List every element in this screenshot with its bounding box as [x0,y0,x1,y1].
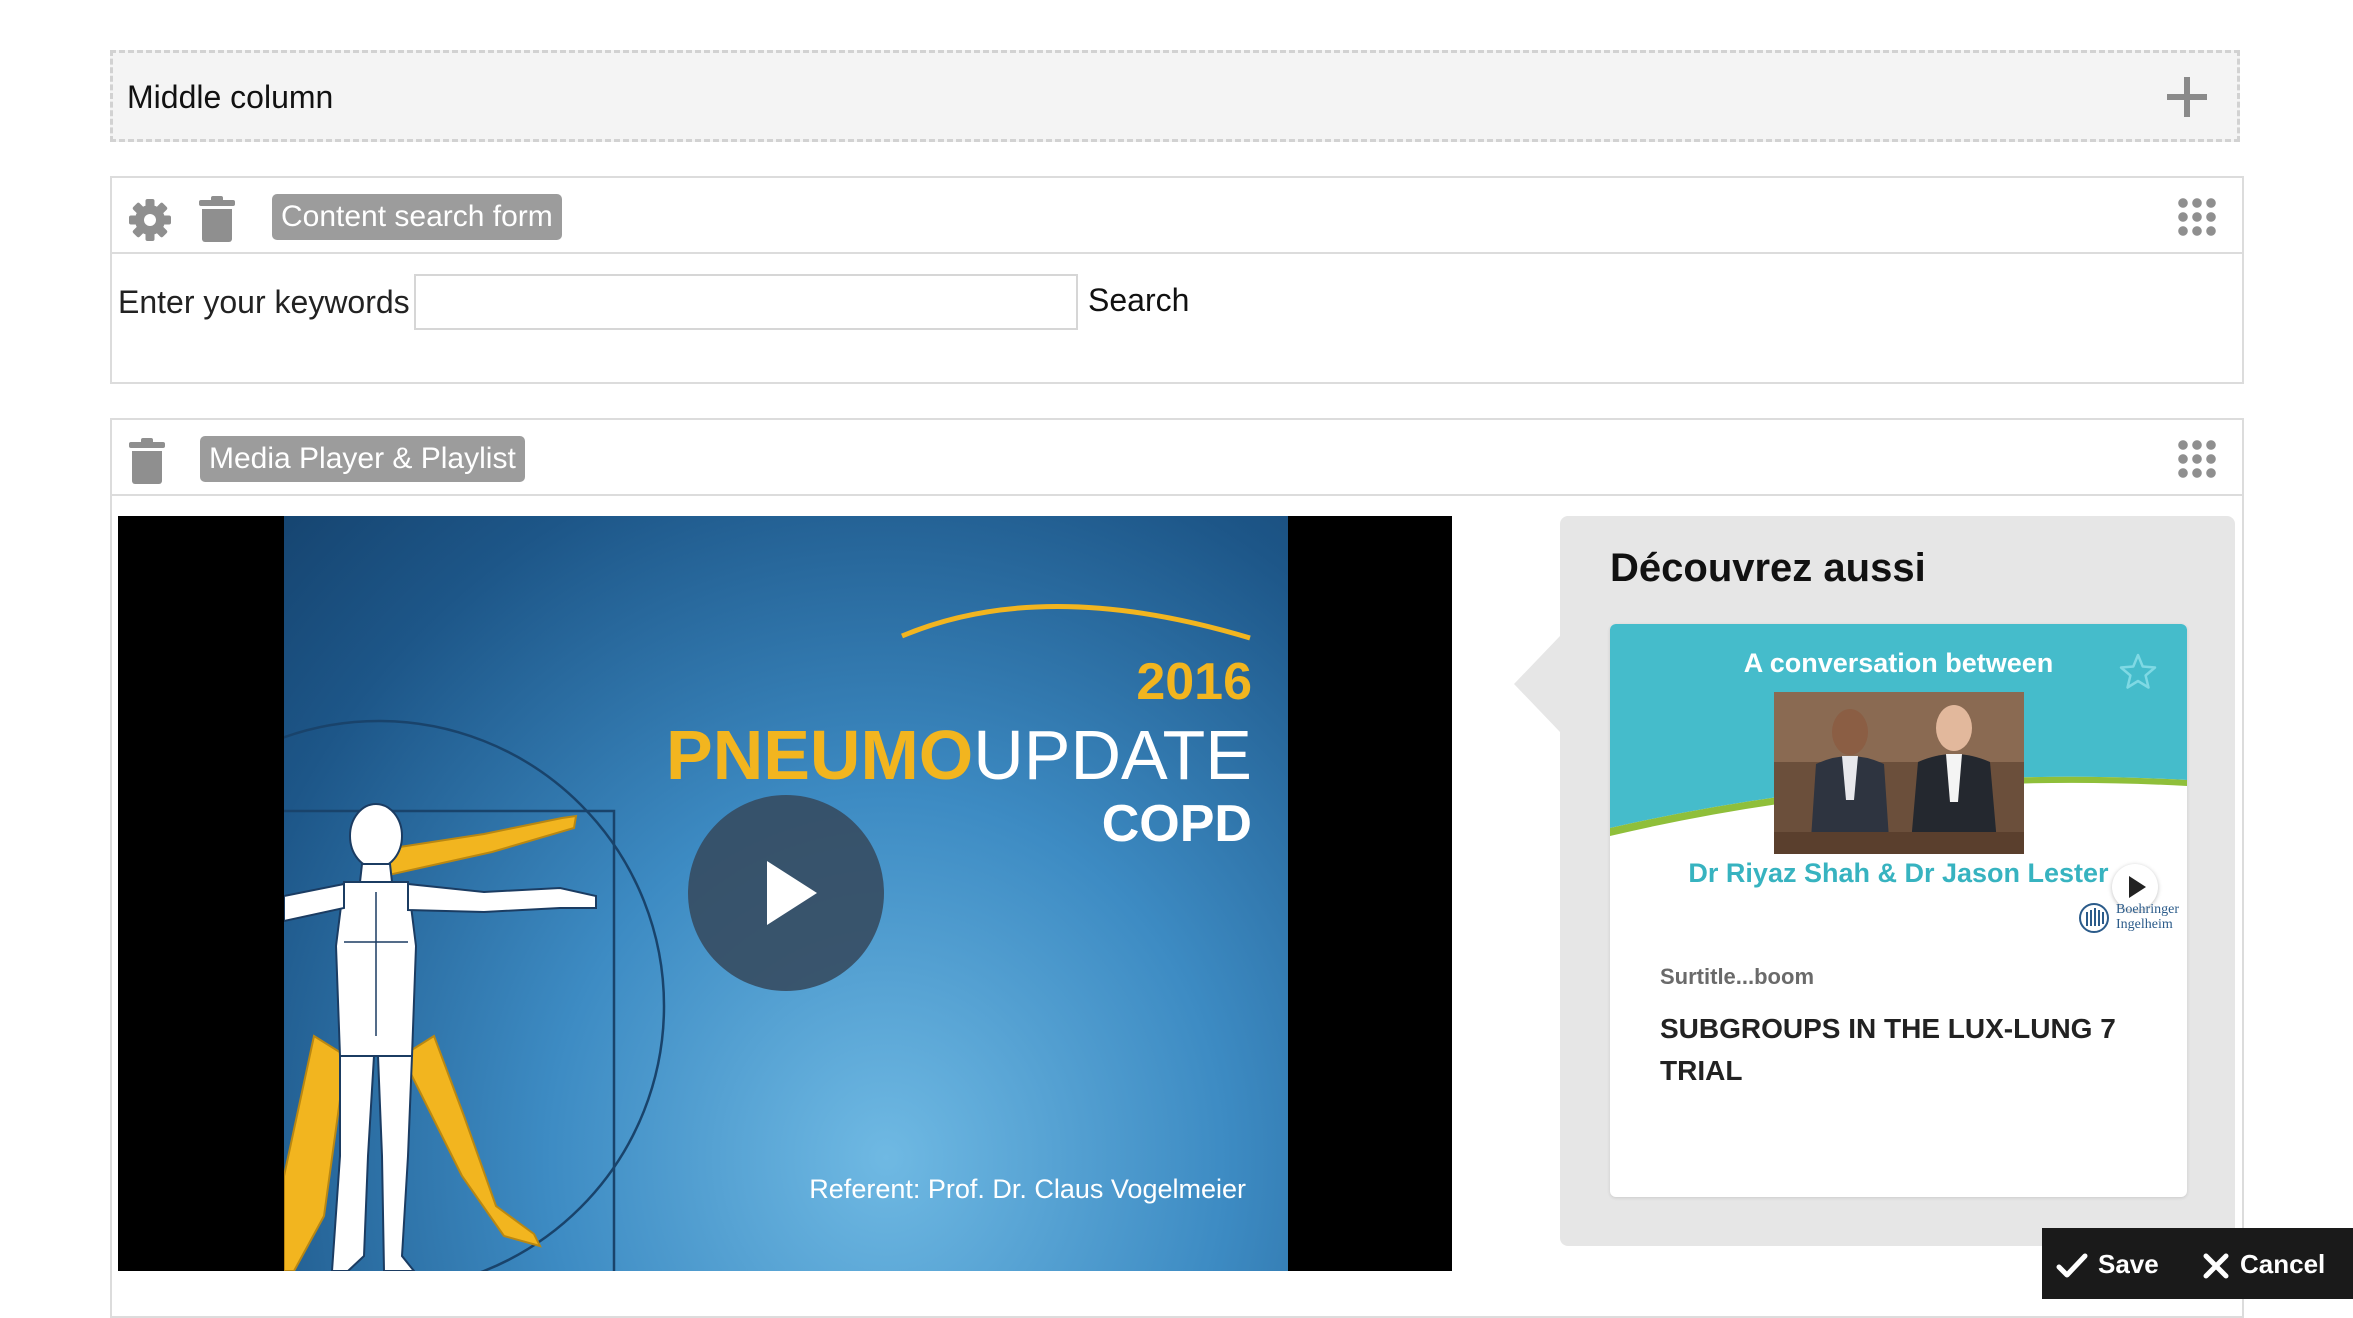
video-year: 2016 [1136,653,1252,711]
video-brand-a: PNEUMO [666,716,973,794]
block-toolbar: Media Player & Playlist [112,420,2242,496]
search-label: Enter your keywords [118,284,410,320]
playlist-title: Découvrez aussi [1610,546,1926,590]
save-button[interactable]: Save [2056,1248,2159,1280]
card-thumbnail[interactable]: A conversation between Dr Riyaz Shah & D… [1610,624,2187,942]
svg-text:PNEUMOUPDATE: PNEUMOUPDATE [666,716,1252,794]
plus-icon[interactable] [2167,77,2207,117]
block-tag: Content search form [272,194,562,240]
search-button[interactable]: Search [1088,282,1189,319]
middle-column-region: Middle column [110,50,2240,142]
star-icon[interactable] [2118,652,2158,692]
check-icon [2056,1253,2088,1278]
gear-icon[interactable] [128,198,172,242]
video-brand-b: UPDATE [973,716,1252,794]
grip-icon[interactable] [2176,196,2216,236]
search-input[interactable] [414,274,1078,330]
card-title[interactable]: SUBGROUPS IN THE LUX-LUNG 7 TRIAL [1660,1008,2160,1092]
grip-icon[interactable] [2176,438,2216,478]
trash-icon[interactable] [128,438,166,484]
thumb-names: Dr Riyaz Shah & Dr Jason Lester [1688,858,2109,888]
video-subtitle: COPD [1102,795,1252,853]
close-icon [2203,1253,2229,1279]
media-player-block: Media Player & Playlist 2016 PNEUMOUPDAT… [110,418,2244,1318]
playlist-card[interactable]: A conversation between Dr Riyaz Shah & D… [1610,624,2187,1197]
block-tag: Media Player & Playlist [200,436,525,482]
playlist-panel: Découvrez aussi A conversation between D… [1514,516,2235,1246]
video-referent: Referent: Prof. Dr. Claus Vogelmeier [809,1174,1246,1204]
trash-icon[interactable] [198,196,236,242]
play-icon[interactable] [688,795,884,991]
content-search-block: Content search form Enter your keywords … [110,176,2244,384]
block-toolbar: Content search form [112,178,2242,254]
cancel-button[interactable]: Cancel [2202,1248,2325,1280]
edit-action-bar: Save Cancel [2042,1228,2353,1299]
region-label: Middle column [127,79,334,115]
thumb-heading: A conversation between [1743,648,2054,678]
video-player[interactable]: 2016 PNEUMOUPDATE COPD Referent: Prof. D… [118,516,1452,1271]
card-surtitle: Surtitle...boom [1660,964,1814,989]
boehringer-logo: Boehringer Ingelheim [2078,900,2182,936]
